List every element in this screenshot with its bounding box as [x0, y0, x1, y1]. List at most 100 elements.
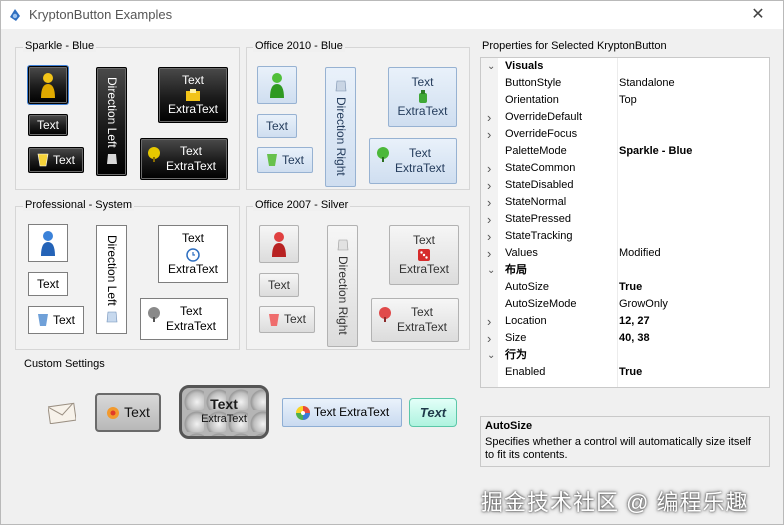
property-value[interactable]: Sparkle - Blue	[619, 143, 692, 160]
property-value[interactable]: Top	[619, 92, 637, 109]
button-text: Text	[265, 118, 288, 133]
property-row[interactable]: › Values Modified	[481, 245, 769, 262]
property-name: AutoSizeMode	[505, 298, 577, 310]
property-value[interactable]: 40, 38	[619, 330, 650, 347]
property-row[interactable]: Orientation Top	[481, 92, 769, 109]
drink-glass-icon	[266, 154, 277, 166]
professional-text-extratext-button[interactable]: Text ExtraText	[158, 225, 228, 283]
property-description-panel: AutoSize Specifies whether a control wil…	[480, 416, 770, 467]
button-text: Text	[179, 144, 202, 158]
button-text: Text	[124, 404, 150, 420]
property-row[interactable]: › OverrideDefault	[481, 109, 769, 126]
custom-color-wheel-button[interactable]: Text ExtraText	[282, 398, 402, 427]
custom-flower-text-button[interactable]: Text	[95, 393, 161, 432]
expand-chevron-icon[interactable]: ›	[487, 211, 491, 228]
custom-italic-text-button[interactable]: Text	[409, 398, 457, 427]
property-row[interactable]: › StateNormal	[481, 194, 769, 211]
property-row[interactable]: ButtonStyle Standalone	[481, 75, 769, 92]
property-row[interactable]: AutoSizeMode GrowOnly	[481, 296, 769, 313]
dice-icon	[418, 249, 430, 261]
office2010-icon-text-button[interactable]: Text	[257, 147, 313, 173]
property-value[interactable]: True	[619, 364, 642, 381]
professional-icon-text-extratext-button[interactable]: Text ExtraText	[140, 298, 228, 340]
property-row[interactable]: › StateDisabled	[481, 177, 769, 194]
property-value[interactable]: GrowOnly	[619, 296, 668, 313]
sparkle-direction-left-button[interactable]: Direction Left	[96, 67, 127, 176]
office2010-text-button[interactable]: Text	[257, 114, 297, 138]
button-text: Text	[52, 152, 75, 167]
box-folder-icon	[186, 89, 200, 101]
button-extra-text: ExtraText	[201, 413, 247, 425]
button-text: Direction Right	[334, 96, 348, 176]
property-row[interactable]: › Size 40, 38	[481, 330, 769, 347]
expand-chevron-icon[interactable]: ›	[487, 228, 491, 245]
collapse-chevron-icon[interactable]: ⌄	[487, 347, 495, 364]
office2007-text-extratext-button[interactable]: Text ExtraText	[389, 225, 459, 285]
expand-chevron-icon[interactable]: ›	[487, 245, 491, 262]
office2010-direction-right-button[interactable]: Direction Right	[325, 67, 356, 187]
alarm-clock-icon	[186, 248, 200, 262]
title-bar: KryptonButton Examples ✕	[1, 1, 783, 29]
broom-icon	[106, 153, 117, 164]
sparkle-icon-text-button[interactable]: Text	[28, 147, 84, 173]
office2010-icon-text-extratext-button[interactable]: Text ExtraText	[369, 138, 457, 184]
office2010-text-extratext-button[interactable]: Text ExtraText	[388, 67, 457, 127]
custom-envelope-button[interactable]	[46, 398, 78, 428]
group-label-professional: Professional - System	[23, 199, 134, 211]
collapse-chevron-icon[interactable]: ⌄	[487, 58, 495, 75]
property-row[interactable]: › StatePressed	[481, 211, 769, 228]
sparkle-text-button[interactable]: Text	[28, 114, 68, 136]
property-category-row[interactable]: ⌄ Visuals	[481, 58, 769, 75]
property-value[interactable]: 12, 27	[619, 313, 650, 330]
sparkle-icon-button[interactable]	[28, 66, 68, 104]
property-row[interactable]: › StateTracking	[481, 228, 769, 245]
office2007-icon-button[interactable]	[259, 225, 299, 263]
button-extra-text: ExtraText	[165, 159, 216, 173]
sparkle-icon-text-extratext-button[interactable]: Text ExtraText	[140, 138, 228, 180]
expand-chevron-icon[interactable]: ›	[487, 160, 491, 177]
property-row[interactable]: AutoSize True	[481, 279, 769, 296]
expand-chevron-icon[interactable]: ›	[487, 313, 491, 330]
property-value[interactable]: Modified	[619, 245, 661, 262]
group-label-office2007: Office 2007 - Silver	[253, 199, 351, 211]
property-value[interactable]: True	[619, 279, 642, 296]
green-user-icon	[270, 73, 284, 98]
collapse-chevron-icon[interactable]: ⌄	[487, 262, 495, 279]
property-name: OverrideFocus	[505, 128, 578, 140]
professional-direction-left-button[interactable]: Direction Left	[96, 225, 127, 334]
property-row[interactable]: Enabled True	[481, 364, 769, 381]
property-row[interactable]: › OverrideFocus	[481, 126, 769, 143]
expand-chevron-icon[interactable]: ›	[487, 194, 491, 211]
expand-chevron-icon[interactable]: ›	[487, 330, 491, 347]
property-value[interactable]: Standalone	[619, 75, 675, 92]
button-text: Text	[412, 233, 435, 247]
office2007-icon-text-extratext-button[interactable]: Text ExtraText	[371, 298, 459, 342]
property-category-row[interactable]: ⌄ 行为	[481, 347, 769, 364]
professional-icon-button[interactable]	[28, 224, 68, 262]
app-window: KryptonButton Examples ✕ Sparkle - Blue …	[0, 0, 784, 525]
button-text: Text	[267, 277, 290, 292]
expand-chevron-icon[interactable]: ›	[487, 177, 491, 194]
drink-glass-icon	[37, 314, 48, 326]
expand-chevron-icon[interactable]: ›	[487, 126, 491, 143]
button-text: Text	[36, 276, 59, 291]
professional-icon-text-button[interactable]: Text	[28, 306, 84, 334]
office2007-text-button[interactable]: Text	[259, 273, 299, 297]
sparkle-text-extratext-button[interactable]: Text ExtraText	[158, 67, 228, 123]
close-button[interactable]: ✕	[743, 4, 773, 26]
property-row[interactable]: › Location 12, 27	[481, 313, 769, 330]
property-category-row[interactable]: ⌄ 布局	[481, 262, 769, 279]
tree-icon	[148, 147, 160, 162]
button-extra-text: ExtraText	[165, 319, 216, 333]
office2007-direction-right-button[interactable]: Direction Right	[327, 225, 358, 347]
property-row[interactable]: › StateCommon	[481, 160, 769, 177]
property-grid[interactable]: ⌄ Visuals ButtonStyle Standalone Orientation…	[480, 57, 770, 388]
professional-text-button[interactable]: Text	[28, 272, 68, 296]
expand-chevron-icon[interactable]: ›	[487, 109, 491, 126]
property-row[interactable]: PaletteMode Sparkle - Blue	[481, 143, 769, 160]
button-text: Text	[210, 396, 238, 412]
office2007-icon-text-button[interactable]: Text	[259, 306, 315, 333]
office2010-icon-button[interactable]	[257, 66, 297, 104]
custom-bubbles-button[interactable]: Text ExtraText	[179, 385, 269, 439]
yellow-user-icon	[41, 73, 55, 98]
